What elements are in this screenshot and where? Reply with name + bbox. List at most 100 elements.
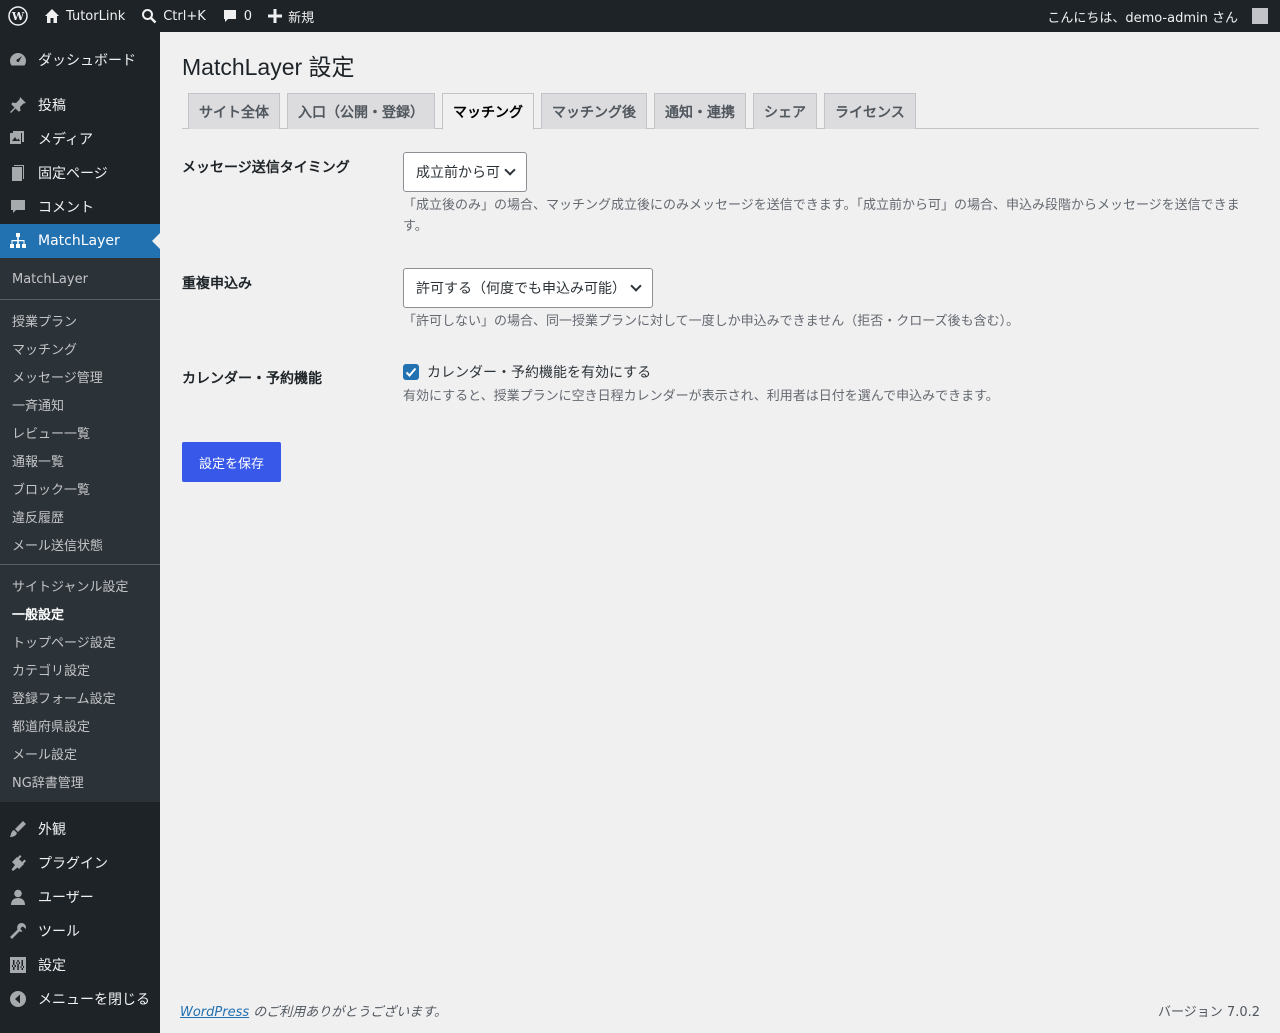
tab-notifications[interactable]: 通知・連携 — [654, 93, 746, 129]
tab-matching[interactable]: マッチング — [442, 93, 534, 130]
menu-label: ツール — [38, 924, 80, 940]
menu-matchlayer[interactable]: MatchLayer — [0, 224, 160, 258]
menu-dashboard[interactable]: ダッシュボード — [0, 43, 160, 77]
search-shortcut[interactable]: Ctrl+K — [133, 0, 214, 32]
duplicate-select[interactable]: 許可する（何度でも申込み可能） — [403, 268, 653, 308]
tab-share[interactable]: シェア — [753, 93, 817, 129]
submenu-mail-settings[interactable]: メール設定 — [0, 739, 160, 767]
menu-plugins[interactable]: プラグイン — [0, 846, 160, 880]
main-content: MatchLayer 設定 サイト全体 入口（公開・登録） マッチング マッチン… — [160, 32, 1280, 1033]
duplicate-label: 重複申込み — [182, 276, 252, 292]
wordpress-link[interactable]: WordPress — [180, 1005, 249, 1020]
calendar-checkbox[interactable] — [403, 364, 419, 380]
calendar-description: 有効にすると、授業プランに空き日程カレンダーが表示され、利用者は日付を選んで申込… — [403, 389, 999, 404]
version-text: バージョン 7.0.2 — [1158, 1005, 1260, 1020]
submenu-broadcast[interactable]: 一斉通知 — [0, 390, 160, 418]
collapse-arrow-icon — [8, 989, 28, 1009]
chevron-down-icon — [630, 280, 642, 292]
submenu-registration-form[interactable]: 登録フォーム設定 — [0, 683, 160, 711]
menu-posts[interactable]: 投稿 — [0, 88, 160, 122]
submenu-divider — [0, 564, 160, 565]
menu-label: ダッシュボード — [38, 53, 136, 69]
avatar — [1252, 8, 1268, 24]
menu-media[interactable]: メディア — [0, 122, 160, 156]
submenu-reports[interactable]: 通報一覧 — [0, 446, 160, 474]
submenu-prefectures[interactable]: 都道府県設定 — [0, 711, 160, 739]
menu-label: 固定ページ — [38, 166, 108, 182]
settings-tabs: サイト全体 入口（公開・登録） マッチング マッチング後 通知・連携 シェア ラ… — [182, 93, 1259, 130]
admin-bar: W TutorLink Ctrl+K 0 新規 こんにちは、demo-admin… — [0, 0, 1280, 32]
sitemap-icon — [8, 231, 28, 251]
media-icon — [8, 129, 28, 149]
comments-count: 0 — [243, 8, 253, 24]
dashboard-icon — [8, 50, 28, 70]
chevron-down-icon — [504, 164, 516, 176]
tab-site-wide[interactable]: サイト全体 — [188, 93, 280, 129]
footer-thanks: WordPress のご利用ありがとうございます。 — [180, 1001, 447, 1020]
submenu-violations[interactable]: 違反履歴 — [0, 502, 160, 530]
settings-sliders-icon — [8, 955, 28, 975]
matchlayer-submenu: MatchLayer 授業プラン マッチング メッセージ管理 一斉通知 レビュー… — [0, 258, 160, 802]
home-icon — [45, 9, 59, 23]
menu-users[interactable]: ユーザー — [0, 880, 160, 914]
tab-after-matching[interactable]: マッチング後 — [541, 93, 647, 129]
calendar-checkbox-label: カレンダー・予約機能を有効にする — [427, 365, 652, 381]
tab-license[interactable]: ライセンス — [824, 93, 916, 129]
save-settings-button[interactable]: 設定を保存 — [182, 442, 281, 482]
submenu-divider — [0, 299, 160, 300]
message-timing-select[interactable]: 成立前から可 — [403, 152, 527, 192]
paintbrush-icon — [8, 819, 28, 839]
submenu-matching[interactable]: マッチング — [0, 334, 160, 362]
menu-label: プラグイン — [38, 856, 108, 872]
new-label: 新規 — [288, 10, 315, 26]
submenu-categories[interactable]: カテゴリ設定 — [0, 655, 160, 683]
menu-label: MatchLayer — [38, 233, 120, 249]
submenu-lesson-plans[interactable]: 授業プラン — [0, 306, 160, 334]
search-shortcut-label: Ctrl+K — [163, 8, 206, 24]
submenu-general-settings[interactable]: 一般設定 — [0, 599, 160, 627]
menu-settings[interactable]: 設定 — [0, 948, 160, 982]
site-name: TutorLink — [66, 8, 126, 24]
site-name-link[interactable]: TutorLink — [36, 0, 133, 32]
comment-icon — [8, 197, 28, 217]
message-timing-label: メッセージ送信タイミング — [182, 160, 350, 176]
search-icon — [142, 9, 157, 24]
plus-icon — [268, 9, 283, 23]
collapse-menu-button[interactable]: メニューを閉じる — [0, 982, 160, 1016]
plugin-icon — [8, 853, 28, 873]
wordpress-logo-icon[interactable]: W — [0, 0, 36, 32]
menu-label: コメント — [38, 200, 94, 216]
submenu-messages[interactable]: メッセージ管理 — [0, 362, 160, 390]
footer: WordPress のご利用ありがとうございます。 バージョン 7.0.2 — [180, 1001, 1260, 1020]
footer-thanks-text: のご利用ありがとうございます。 — [249, 1005, 447, 1020]
calendar-checkbox-row[interactable]: カレンダー・予約機能を有効にする — [403, 362, 651, 382]
menu-comments[interactable]: コメント — [0, 190, 160, 224]
submenu-blocks[interactable]: ブロック一覧 — [0, 474, 160, 502]
svg-text:W: W — [11, 10, 25, 23]
duplicate-description: 「許可しない」の場合、同一授業プランに対して一度しか申込みできません（拒否・クロ… — [403, 314, 1020, 329]
new-content-link[interactable]: 新規 — [260, 0, 322, 32]
comments-link[interactable]: 0 — [214, 0, 260, 32]
menu-appearance[interactable]: 外観 — [0, 812, 160, 846]
menu-tools[interactable]: ツール — [0, 914, 160, 948]
menu-label: ユーザー — [38, 890, 94, 906]
submenu-top-page[interactable]: トップページ設定 — [0, 627, 160, 655]
submenu-site-genre[interactable]: サイトジャンル設定 — [0, 571, 160, 599]
select-value: 成立前から可 — [416, 165, 500, 181]
checkmark-icon — [405, 367, 417, 377]
menu-pages[interactable]: 固定ページ — [0, 156, 160, 190]
menu-label: 投稿 — [38, 98, 66, 114]
submenu-matchlayer[interactable]: MatchLayer — [0, 265, 160, 293]
tab-entry[interactable]: 入口（公開・登録） — [287, 93, 435, 129]
comment-icon — [223, 10, 236, 22]
submenu-mail-status[interactable]: メール送信状態 — [0, 530, 160, 558]
message-timing-description: 「成立後のみ」の場合、マッチング成立後にのみメッセージを送信できます。「成立前か… — [403, 198, 1240, 234]
menu-label: メニューを閉じる — [38, 992, 150, 1008]
user-icon — [8, 887, 28, 907]
my-account[interactable]: こんにちは、demo-admin さん — [1039, 0, 1280, 32]
submenu-ng-dictionary[interactable]: NG辞書管理 — [0, 767, 160, 795]
page-icon — [8, 163, 28, 183]
pin-icon — [8, 95, 28, 115]
admin-sidebar: ダッシュボード 投稿 メディア 固定ページ コメント MatchLayer Ma… — [0, 32, 160, 1033]
submenu-reviews[interactable]: レビュー一覧 — [0, 418, 160, 446]
